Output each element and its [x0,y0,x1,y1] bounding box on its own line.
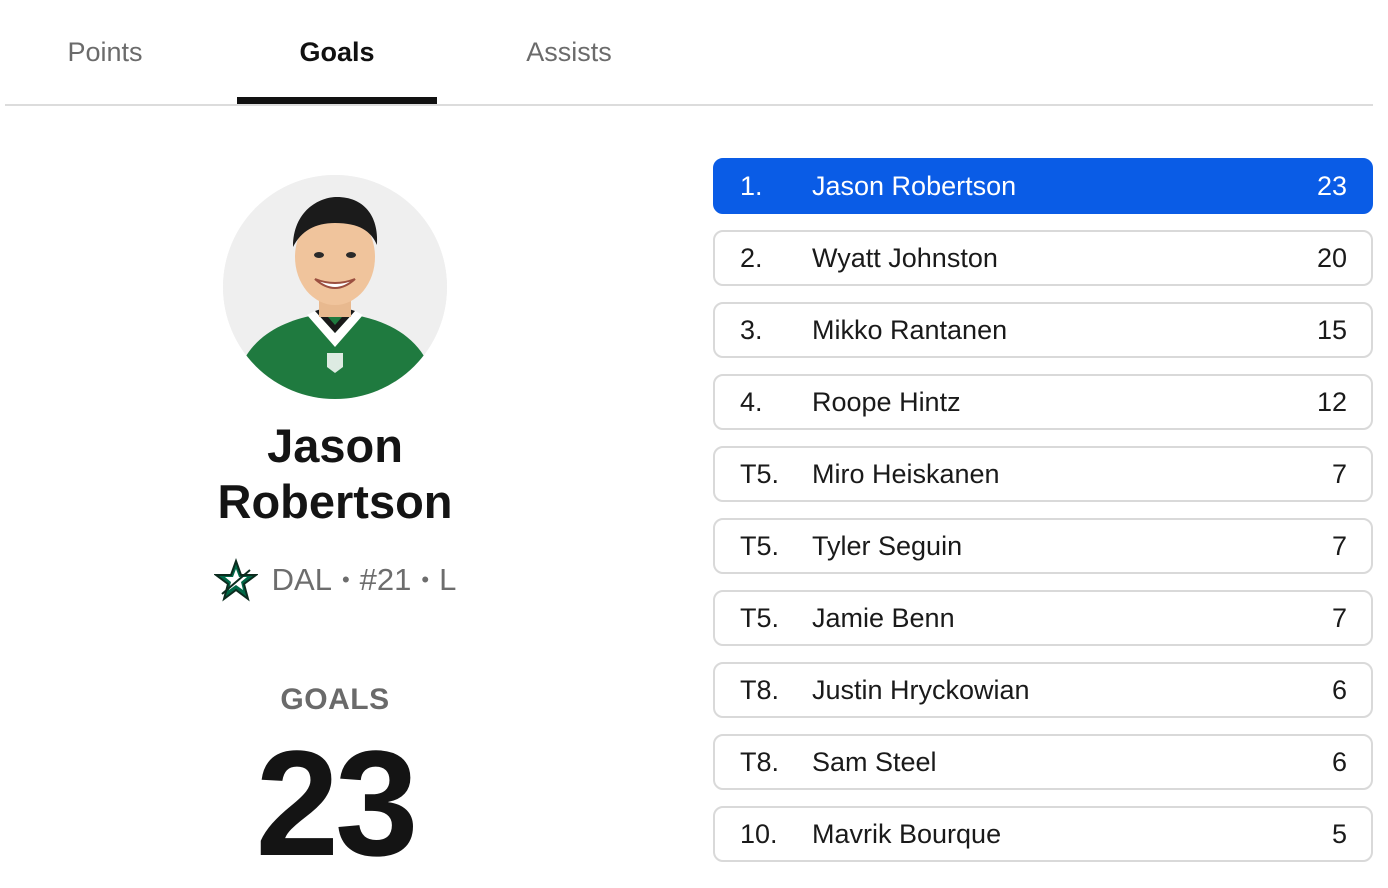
leader-value: 7 [1331,531,1347,561]
leader-rank: T5. [740,531,780,561]
leader-row[interactable]: 4. Roope Hintz 12 [713,374,1373,430]
featured-player-card: Jason Robertson DAL • #21 • L GOALS 23 [130,150,540,888]
leader-name: Wyatt Johnston [812,243,998,273]
leader-value: 23 [1316,171,1347,201]
leader-rank: T5. [740,459,780,489]
player-first-name: Jason [267,419,403,472]
leader-rank: T8. [740,747,780,777]
leader-value: 7 [1331,459,1347,489]
leader-value: 5 [1331,819,1347,849]
player-name: Jason Robertson [130,418,540,530]
leader-row[interactable]: 2. Wyatt Johnston 20 [713,230,1373,286]
leaders-list: 1. Jason Robertson 23 2. Wyatt Johnston … [713,158,1373,878]
leader-value: 12 [1316,387,1347,417]
leader-name: Jason Robertson [812,171,1017,201]
meta-separator: • [421,567,430,592]
leader-name: Roope Hintz [812,387,961,417]
tab-assists[interactable]: Assists [469,0,669,104]
stat-tabs: Points Goals Assists [5,0,1373,106]
leader-rank: T5. [740,603,780,633]
player-number: #21 [359,562,412,597]
leader-row[interactable]: 3. Mikko Rantanen 15 [713,302,1373,358]
dallas-stars-logo-icon [213,558,258,602]
leader-name: Justin Hryckowian [812,675,1030,705]
meta-separator: • [341,567,350,592]
player-position: L [439,562,457,597]
leader-row[interactable]: T8. Justin Hryckowian 6 [713,662,1373,718]
leader-name: Miro Heiskanen [812,459,1000,489]
leader-rank: 1. [740,171,763,201]
leader-rank: 4. [740,387,763,417]
leader-value: 6 [1331,747,1347,777]
leader-rank: T8. [740,675,780,705]
player-photo-icon [223,175,447,399]
leader-value: 15 [1316,315,1347,345]
player-meta: DAL • #21 • L [130,558,540,602]
leader-row[interactable]: T8. Sam Steel 6 [713,734,1373,790]
leader-name: Mavrik Bourque [812,819,1002,849]
leader-row[interactable]: T5. Tyler Seguin 7 [713,518,1373,574]
leader-name: Jamie Benn [812,603,955,633]
player-headshot [223,175,447,399]
stat-value: 23 [255,719,419,887]
leader-value: 20 [1316,243,1347,273]
leader-row[interactable]: T5. Miro Heiskanen 7 [713,446,1373,502]
stat-label: GOALS [280,683,390,716]
player-team: DAL [271,562,332,597]
leader-row[interactable]: 1. Jason Robertson 23 [713,158,1373,214]
leader-rank: 3. [740,315,763,345]
leader-name: Tyler Seguin [812,531,963,561]
leader-rank: 2. [740,243,763,273]
leader-name: Sam Steel [812,747,937,777]
tab-goals[interactable]: Goals [237,0,437,104]
leader-name: Mikko Rantanen [812,315,1008,345]
leader-rank: 10. [740,819,778,849]
player-last-name: Robertson [217,475,453,528]
leader-row[interactable]: T5. Jamie Benn 7 [713,590,1373,646]
tab-points[interactable]: Points [5,0,205,104]
leader-value: 6 [1331,675,1347,705]
leader-value: 7 [1331,603,1347,633]
leader-row[interactable]: 10. Mavrik Bourque 5 [713,806,1373,862]
